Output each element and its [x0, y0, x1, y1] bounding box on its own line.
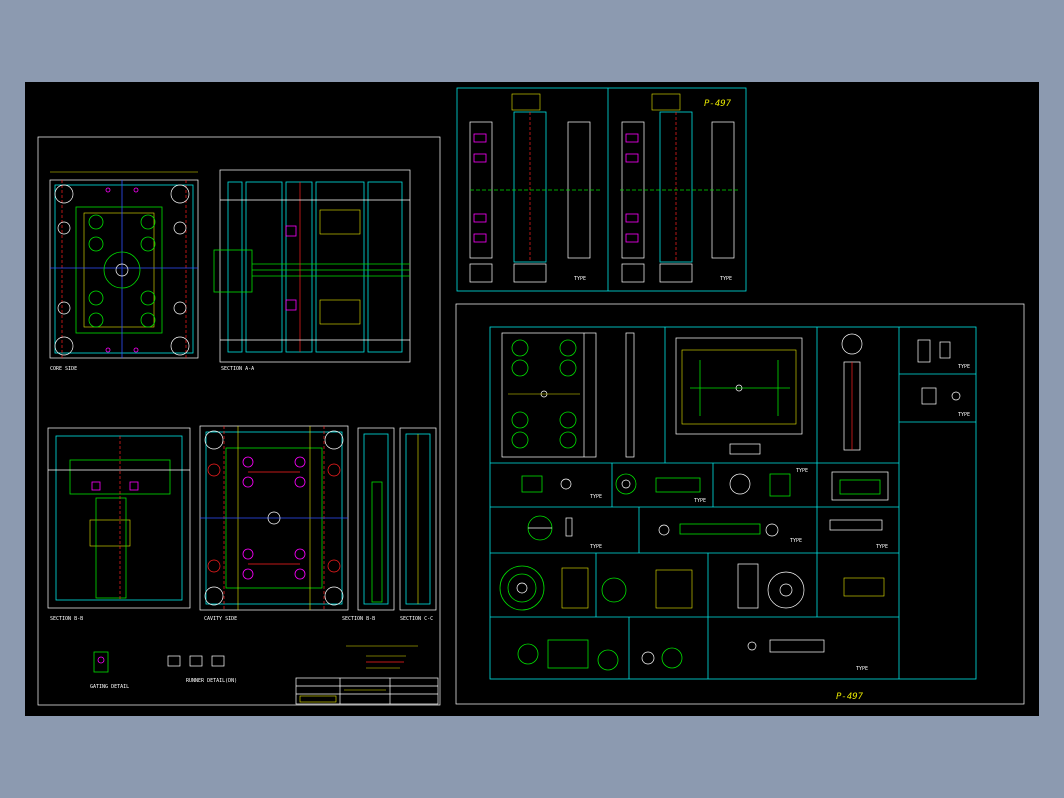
label-type-5: TYPE: [590, 494, 602, 500]
label-section-bb2: SECTION B-B: [342, 616, 375, 622]
label-type-8: TYPE: [590, 544, 602, 550]
label-type-7: TYPE: [796, 468, 808, 474]
label-section-aa: SECTION A-A: [221, 366, 254, 372]
label-type-6: TYPE: [694, 498, 706, 504]
label-core-side: CORE SIDE: [50, 366, 77, 372]
cad-viewport: CORE SIDE SECTION A-A SECTION B-B CAVITY…: [25, 82, 1039, 716]
label-type-upper-1: TYPE: [574, 276, 586, 282]
label-type-9: TYPE: [790, 538, 802, 544]
drawing-no-lower: P-497: [836, 692, 864, 702]
label-section-bb: SECTION B-B: [50, 616, 83, 622]
label-type-3: TYPE: [958, 364, 970, 370]
label-type-10: TYPE: [876, 544, 888, 550]
label-section-cc: SECTION C-C: [400, 616, 433, 622]
label-cavity-side: CAVITY SIDE: [204, 616, 237, 622]
label-runner-detail: RUNNER DETAIL(DN): [186, 678, 237, 684]
label-type-4: TYPE: [958, 412, 970, 418]
label-gating-detail: GATING DETAIL: [90, 684, 129, 690]
label-type-11: TYPE: [856, 666, 868, 672]
model-space: [25, 82, 1039, 716]
drawing-no-upper: P-497: [704, 99, 732, 109]
label-type-upper-2: TYPE: [720, 276, 732, 282]
